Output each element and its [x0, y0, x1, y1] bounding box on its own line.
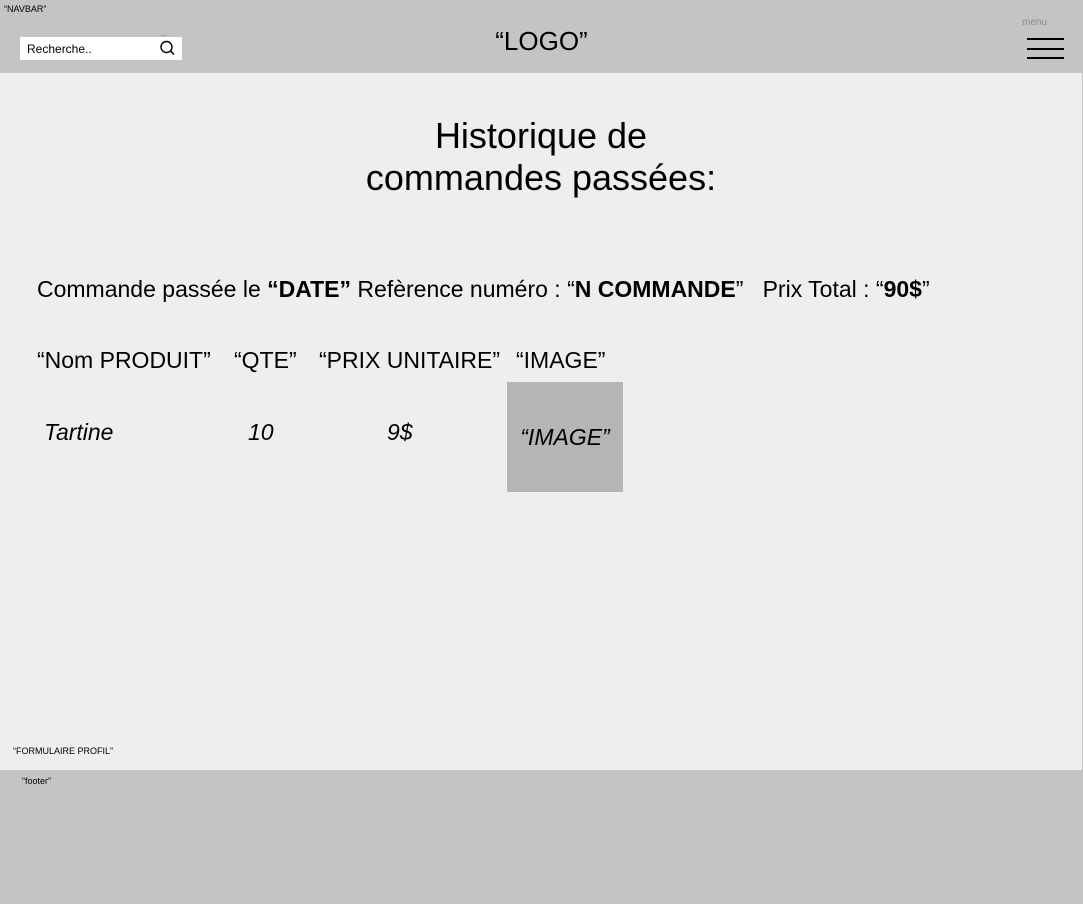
order-ref-prefix: Refèrence numéro : “	[351, 276, 575, 302]
cell-product-name: Tartine	[44, 419, 114, 445]
footer-tag: “footer”	[22, 776, 52, 786]
menu-label: menu	[1022, 17, 1048, 28]
column-header-unit-price: “PRIX UNITAIRE”	[319, 347, 501, 373]
profile-form-tag: “FORMULAIRE PROFIL”	[13, 746, 114, 756]
cell-qty: 10	[248, 419, 274, 445]
product-image-placeholder: “IMAGE”	[507, 382, 623, 492]
navbar: “NAVBAR” ... “LOGO” menu	[0, 0, 1083, 73]
order-total-suffix: ”	[921, 276, 930, 302]
product-image-label: “IMAGE”	[520, 423, 610, 450]
page-title-line-2: commandes passées:	[365, 157, 717, 198]
logo[interactable]: “LOGO”	[0, 26, 1083, 57]
hamburger-icon-line-2	[1027, 48, 1064, 50]
footer: “footer”	[0, 770, 1083, 904]
cell-unit-price: 9$	[387, 419, 413, 445]
hamburger-icon-line-3	[1027, 57, 1064, 59]
main-content: Historique de commandes passées: Command…	[0, 73, 1082, 770]
page-title-line-1: Historique de	[434, 115, 648, 156]
order-summary: Commande passée le “DATE” Refèrence numé…	[37, 276, 930, 303]
column-header-qty: “QTE”	[234, 347, 297, 373]
order-date: “DATE”	[267, 276, 352, 302]
column-header-image: “IMAGE”	[516, 347, 606, 373]
order-total: 90$	[883, 276, 922, 302]
order-prefix: Commande passée le	[37, 276, 268, 302]
order-number: N COMMANDE	[574, 276, 736, 302]
menu-button[interactable]	[1027, 38, 1064, 60]
navbar-tag: “NAVBAR”	[4, 4, 47, 14]
hamburger-icon-line-1	[1027, 38, 1064, 40]
column-header-product: “Nom PRODUIT”	[37, 347, 211, 373]
page-title: Historique de commandes passées:	[0, 115, 1082, 199]
order-total-prefix: ” Prix Total : “	[735, 276, 884, 302]
